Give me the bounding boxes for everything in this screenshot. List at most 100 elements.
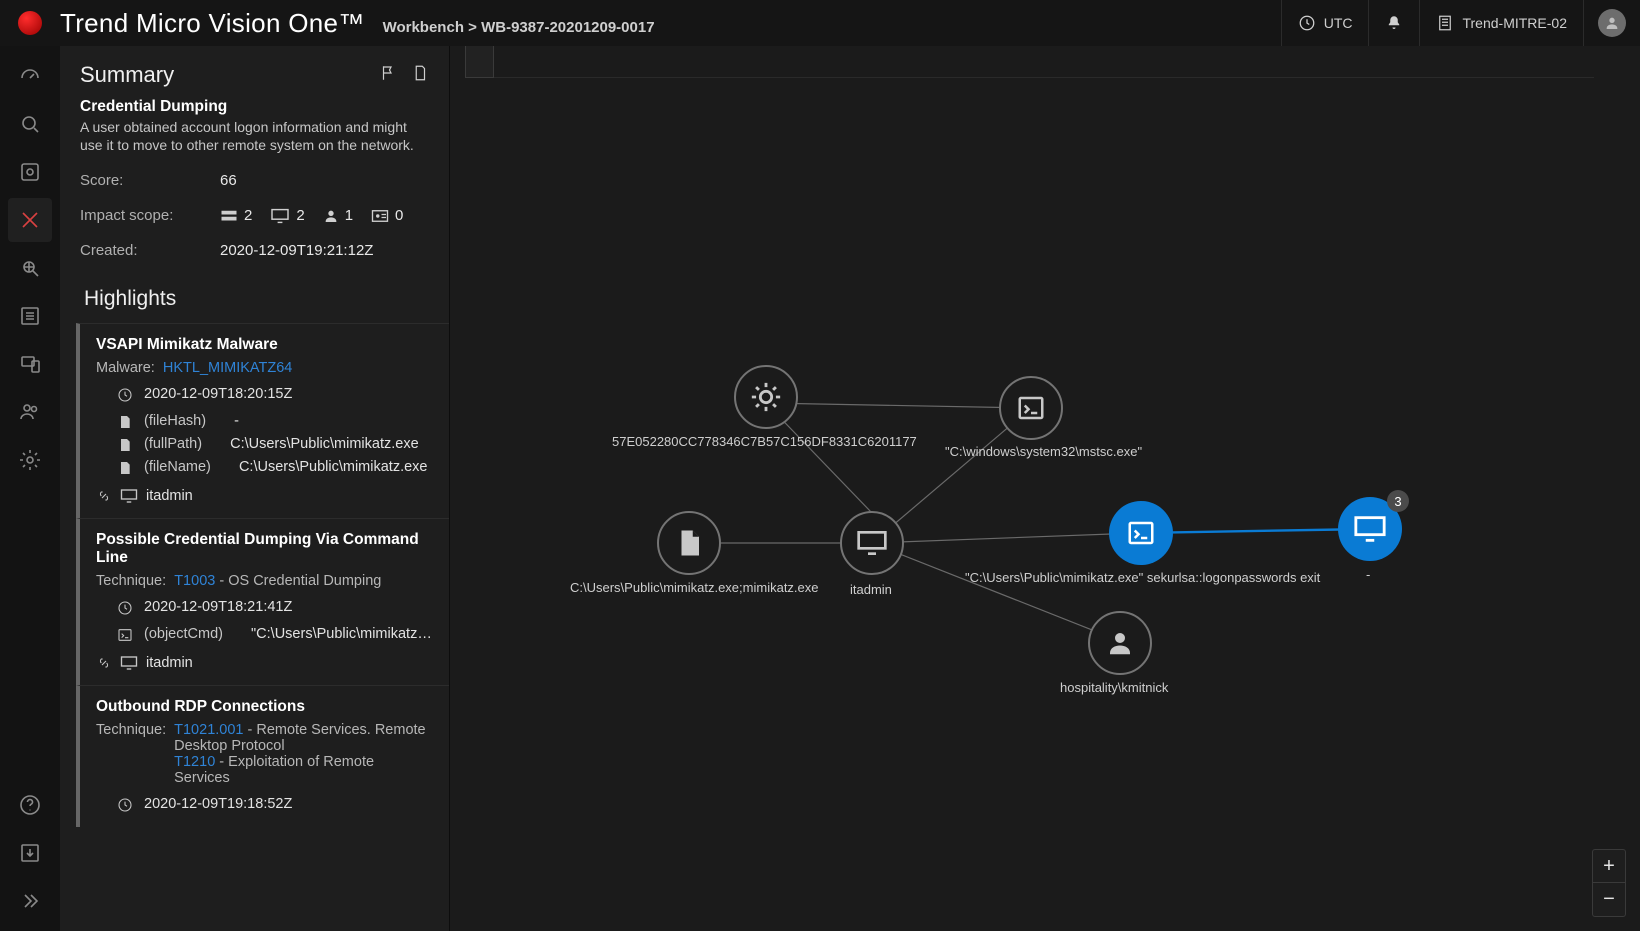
node-label: - <box>1366 567 1370 582</box>
target-icon <box>18 256 42 280</box>
zoom-controls: + − <box>1592 849 1626 917</box>
device-icon <box>18 352 42 376</box>
node-label: "C:\Users\Public\mimikatz.exe" sekurlsa:… <box>965 570 1320 585</box>
chevron-double-right-icon <box>18 889 42 913</box>
nav-apps[interactable] <box>8 831 52 875</box>
nav-help[interactable] <box>8 783 52 827</box>
bell-icon <box>1385 14 1403 32</box>
malware-link[interactable]: HKTL_MIMIKATZ64 <box>163 360 292 376</box>
node-endpoint[interactable] <box>840 511 904 575</box>
highlights-title: Highlights <box>60 267 449 323</box>
node-label: C:\Users\Public\mimikatz.exe;mimikatz.ex… <box>570 580 819 595</box>
id-card-icon <box>371 209 389 223</box>
user-avatar[interactable] <box>1583 0 1640 46</box>
server-icon <box>220 209 238 223</box>
monitor-icon <box>120 655 138 671</box>
nav-reports[interactable] <box>8 294 52 338</box>
monitor-icon <box>1353 514 1387 544</box>
clock-icon <box>1298 14 1316 32</box>
link-icon <box>96 488 112 504</box>
technique-link[interactable]: T1003 <box>174 573 215 589</box>
nav-rail <box>0 46 60 931</box>
timezone-button[interactable]: UTC <box>1281 0 1369 46</box>
document-icon <box>411 64 429 82</box>
clock-icon <box>116 387 134 403</box>
terminal-icon <box>1016 393 1046 423</box>
monitor-icon <box>856 529 888 557</box>
user-icon <box>323 208 339 224</box>
search-icon <box>18 112 42 136</box>
nav-users[interactable] <box>8 390 52 434</box>
link-icon <box>96 655 112 671</box>
user-icon <box>1105 628 1135 658</box>
node-process[interactable] <box>734 365 798 429</box>
created-value: 2020-12-09T19:21:12Z <box>220 242 373 259</box>
help-icon <box>18 793 42 817</box>
impact-label: Impact scope: <box>80 207 220 224</box>
shield-scan-icon <box>18 160 42 184</box>
flag-icon <box>379 64 397 82</box>
highlight-card[interactable]: Outbound RDP Connections Technique: T102… <box>76 685 449 827</box>
nav-hunt[interactable] <box>8 246 52 290</box>
highlight-title: VSAPI Mimikatz Malware <box>96 336 433 354</box>
file-icon <box>116 460 134 476</box>
brand-logo[interactable] <box>0 0 60 46</box>
flag-button[interactable] <box>379 64 397 87</box>
score-label: Score: <box>80 172 220 189</box>
summary-title: Summary <box>80 62 174 88</box>
terminal-icon <box>1126 518 1156 548</box>
node-badge: 3 <box>1387 490 1409 512</box>
nav-investigate[interactable] <box>8 150 52 194</box>
terminal-icon <box>116 627 134 643</box>
gauge-icon <box>18 64 42 88</box>
node-label: itadmin <box>850 582 892 597</box>
node-label: "C:\windows\system32\mstsc.exe" <box>945 444 1142 459</box>
gear-icon <box>749 380 783 414</box>
highlight-card[interactable]: VSAPI Mimikatz Malware Malware: HKTL_MIM… <box>76 323 449 518</box>
tenant-icon <box>1436 14 1454 32</box>
impact-scope: 2 2 1 0 <box>220 207 403 224</box>
people-icon <box>18 400 42 424</box>
note-button[interactable] <box>411 64 429 87</box>
score-value: 66 <box>220 172 237 189</box>
notifications-button[interactable] <box>1368 0 1419 46</box>
breadcrumb[interactable]: Workbench > WB-9387-20201209-0017 <box>383 19 655 36</box>
alert-name: Credential Dumping <box>80 98 429 116</box>
node-file[interactable] <box>657 511 721 575</box>
top-bar: Trend Micro Vision One™ Workbench > WB-9… <box>0 0 1640 46</box>
download-box-icon <box>18 841 42 865</box>
node-process-active[interactable] <box>1109 501 1173 565</box>
nav-response[interactable] <box>8 342 52 386</box>
nav-dashboard[interactable] <box>8 54 52 98</box>
zoom-out-button[interactable]: − <box>1593 883 1625 916</box>
gear-icon <box>18 448 42 472</box>
nav-settings[interactable] <box>8 438 52 482</box>
clock-icon <box>116 797 134 813</box>
cross-icon <box>18 208 42 232</box>
summary-panel: Summary Credential Dumping A user obtain… <box>60 46 450 931</box>
highlight-title: Outbound RDP Connections <box>96 698 433 716</box>
highlight-card[interactable]: Possible Credential Dumping Via Command … <box>76 518 449 685</box>
technique-link[interactable]: T1210 <box>174 754 215 770</box>
user-icon <box>1604 15 1620 31</box>
list-icon <box>18 304 42 328</box>
node-label: hospitality\kmitnick <box>1060 680 1168 695</box>
zoom-in-button[interactable]: + <box>1593 850 1625 883</box>
monitor-icon <box>270 208 290 224</box>
clock-icon <box>116 600 134 616</box>
node-user[interactable] <box>1088 611 1152 675</box>
nav-search[interactable] <box>8 102 52 146</box>
alert-description: A user obtained account logon informatio… <box>80 118 429 154</box>
node-label: 57E052280CC778346C7B57C156DF8331C6201177 <box>612 434 917 449</box>
monitor-icon <box>120 488 138 504</box>
created-label: Created: <box>80 242 220 259</box>
file-icon <box>116 437 134 453</box>
tenant-button[interactable]: Trend-MITRE-02 <box>1419 0 1583 46</box>
nav-expand[interactable] <box>8 879 52 923</box>
node-process[interactable] <box>999 376 1063 440</box>
technique-link[interactable]: T1021.001 <box>174 722 243 738</box>
file-icon <box>674 528 704 558</box>
nav-workbench[interactable] <box>8 198 52 242</box>
product-title: Trend Micro Vision One™ <box>60 8 365 39</box>
graph-canvas[interactable]: 57E052280CC778346C7B57C156DF8331C6201177… <box>450 46 1640 931</box>
